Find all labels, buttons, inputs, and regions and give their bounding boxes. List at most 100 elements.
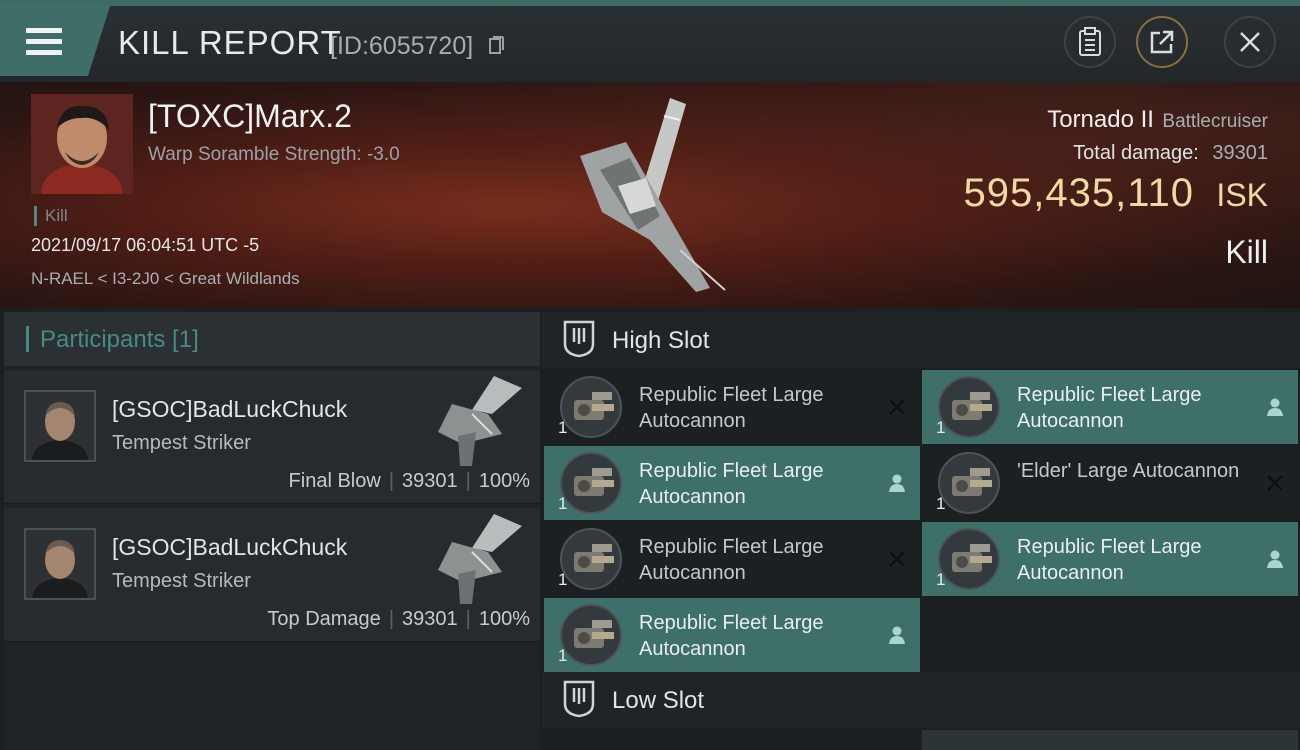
share-button[interactable] [1136, 16, 1188, 68]
participants-title: Participants [1] [40, 326, 199, 353]
participant-ship-image[interactable] [432, 374, 528, 470]
module-name: Republic Fleet Large Autocannon [639, 536, 824, 584]
isk-value: 595,435,110 [963, 171, 1194, 215]
fitting-panel: High Slot 1 Republic Fleet Large Autocan… [542, 312, 1300, 750]
participant-card[interactable]: [GSOC]BadLuckChuck Tempest Striker Final… [4, 370, 540, 504]
header-accent-line [0, 0, 1300, 6]
autocannon-icon [938, 452, 1000, 514]
module-item[interactable]: 1 Republic Fleet Large Autocannon [544, 522, 920, 596]
participant-name[interactable]: [GSOC]BadLuckChuck [112, 396, 347, 423]
module-name: Republic Fleet Large Autocannon [1017, 384, 1202, 432]
participant-stats: Final Blow | 39301 | 100% [288, 470, 530, 492]
module-quantity: 1 [936, 418, 946, 437]
high-slot-title: High Slot [612, 327, 710, 354]
total-damage-label: Total damage: [1073, 142, 1199, 164]
autocannon-icon [938, 528, 1000, 590]
participant-ship-image[interactable] [432, 512, 528, 608]
victim-ship-class: Battlecruiser [1162, 111, 1268, 132]
module-item[interactable]: 1 Republic Fleet Large Autocannon [922, 522, 1298, 596]
total-damage-value: 39301 [1212, 142, 1268, 164]
autocannon-icon [560, 376, 622, 438]
menu-icon [26, 39, 62, 44]
close-button[interactable] [1224, 16, 1276, 68]
destroyed-icon [889, 551, 905, 567]
module-item[interactable]: 1 Republic Fleet Large Autocannon [544, 598, 920, 672]
participant-card[interactable]: [GSOC]BadLuckChuck Tempest Striker Top D… [4, 508, 540, 642]
participant-percent: 100% [478, 470, 530, 492]
module-item[interactable]: 1 Republic Fleet Large Autocannon [544, 446, 920, 520]
module-item-partial[interactable] [544, 730, 920, 750]
module-item[interactable]: 1 Republic Fleet Large Autocannon [544, 370, 920, 444]
participant-ship: Tempest Striker [112, 432, 251, 454]
module-name: Republic Fleet Large Autocannon [639, 460, 824, 508]
module-quantity: 1 [936, 570, 946, 589]
module-name: 'Elder' Large Autocannon [1017, 460, 1240, 482]
clipboard-icon [1079, 27, 1101, 56]
participant-role: Top Damage [267, 608, 381, 630]
victim-ship-info: Tornado II Battlecruiser Total damage: 3… [963, 106, 1268, 271]
autocannon-icon [938, 376, 1000, 438]
warp-scramble-strength: Warp Soramble Strength: -3.0 [148, 144, 400, 165]
kill-datetime: 2021/09/17 06:04:51 UTC -5 [31, 235, 260, 255]
module-quantity: 1 [558, 418, 568, 437]
menu-icon [26, 50, 62, 55]
share-icon [1150, 30, 1174, 54]
low-slot-title: Low Slot [612, 687, 705, 714]
report-id: [ID:6055720] [330, 32, 474, 60]
module-quantity: 1 [936, 494, 946, 513]
high-slot-header: High Slot [542, 312, 1300, 368]
participant-percent: 100% [478, 608, 530, 630]
participant-damage: 39301 [402, 608, 458, 630]
kill-tag: Kill [34, 206, 68, 226]
high-slot-icon [563, 320, 595, 358]
person-icon [889, 474, 905, 492]
module-name: Republic Fleet Large Autocannon [639, 612, 824, 660]
autocannon-icon [560, 604, 622, 666]
participant-avatar[interactable] [24, 390, 96, 462]
close-icon [1240, 32, 1260, 52]
module-name: Republic Fleet Large Autocannon [639, 384, 824, 432]
victim-ship-image[interactable] [560, 90, 750, 300]
participant-portrait-icon [26, 392, 94, 460]
destroyed-icon [889, 399, 905, 415]
autocannon-icon [560, 452, 622, 514]
menu-button[interactable] [0, 6, 110, 76]
person-icon [1267, 550, 1283, 568]
kill-report-window: KILL REPORT [ID:6055720] [TOXC]Marx.2 Wa… [0, 0, 1300, 750]
participants-header: Participants [1] [4, 312, 540, 366]
victim-portrait-icon [31, 94, 133, 194]
copy-icon[interactable] [489, 36, 505, 55]
module-quantity: 1 [558, 570, 568, 589]
participant-ship: Tempest Striker [112, 570, 251, 592]
module-item-partial[interactable] [922, 730, 1298, 750]
participant-damage: 39301 [402, 470, 458, 492]
menu-icon [26, 28, 62, 33]
module-quantity: 1 [558, 494, 568, 513]
autocannon-icon [560, 528, 622, 590]
victim-banner: [TOXC]Marx.2 Warp Soramble Strength: -3.… [0, 82, 1300, 308]
participant-portrait-icon [26, 530, 94, 598]
page-title: KILL REPORT [118, 24, 342, 61]
kill-location: N-RAEL < I3-2J0 < Great Wildlands [31, 269, 300, 288]
participants-accent [26, 326, 29, 352]
victim-avatar[interactable] [31, 94, 133, 194]
kill-status: Kill [1225, 234, 1268, 270]
person-icon [1267, 398, 1283, 416]
participant-stats: Top Damage | 39301 | 100% [267, 608, 530, 630]
participant-role: Final Blow [288, 470, 381, 492]
isk-unit: ISK [1216, 177, 1268, 213]
destroyed-icon [1267, 475, 1283, 491]
module-item[interactable]: 1 'Elder' Large Autocannon [922, 446, 1298, 520]
victim-name[interactable]: [TOXC]Marx.2 [148, 98, 352, 135]
module-item[interactable]: 1 Republic Fleet Large Autocannon [922, 370, 1298, 444]
participant-name[interactable]: [GSOC]BadLuckChuck [112, 534, 347, 561]
person-icon [889, 626, 905, 644]
participant-avatar[interactable] [24, 528, 96, 600]
module-quantity: 1 [558, 646, 568, 665]
low-slot-header: Low Slot [542, 672, 1300, 728]
clipboard-button[interactable] [1064, 16, 1116, 68]
participants-panel: Participants [1] [GSOC]BadLuckChuck Temp… [4, 312, 540, 750]
victim-ship-name[interactable]: Tornado II [1047, 106, 1154, 133]
module-name: Republic Fleet Large Autocannon [1017, 536, 1202, 584]
header-bar: KILL REPORT [ID:6055720] [0, 0, 1300, 82]
